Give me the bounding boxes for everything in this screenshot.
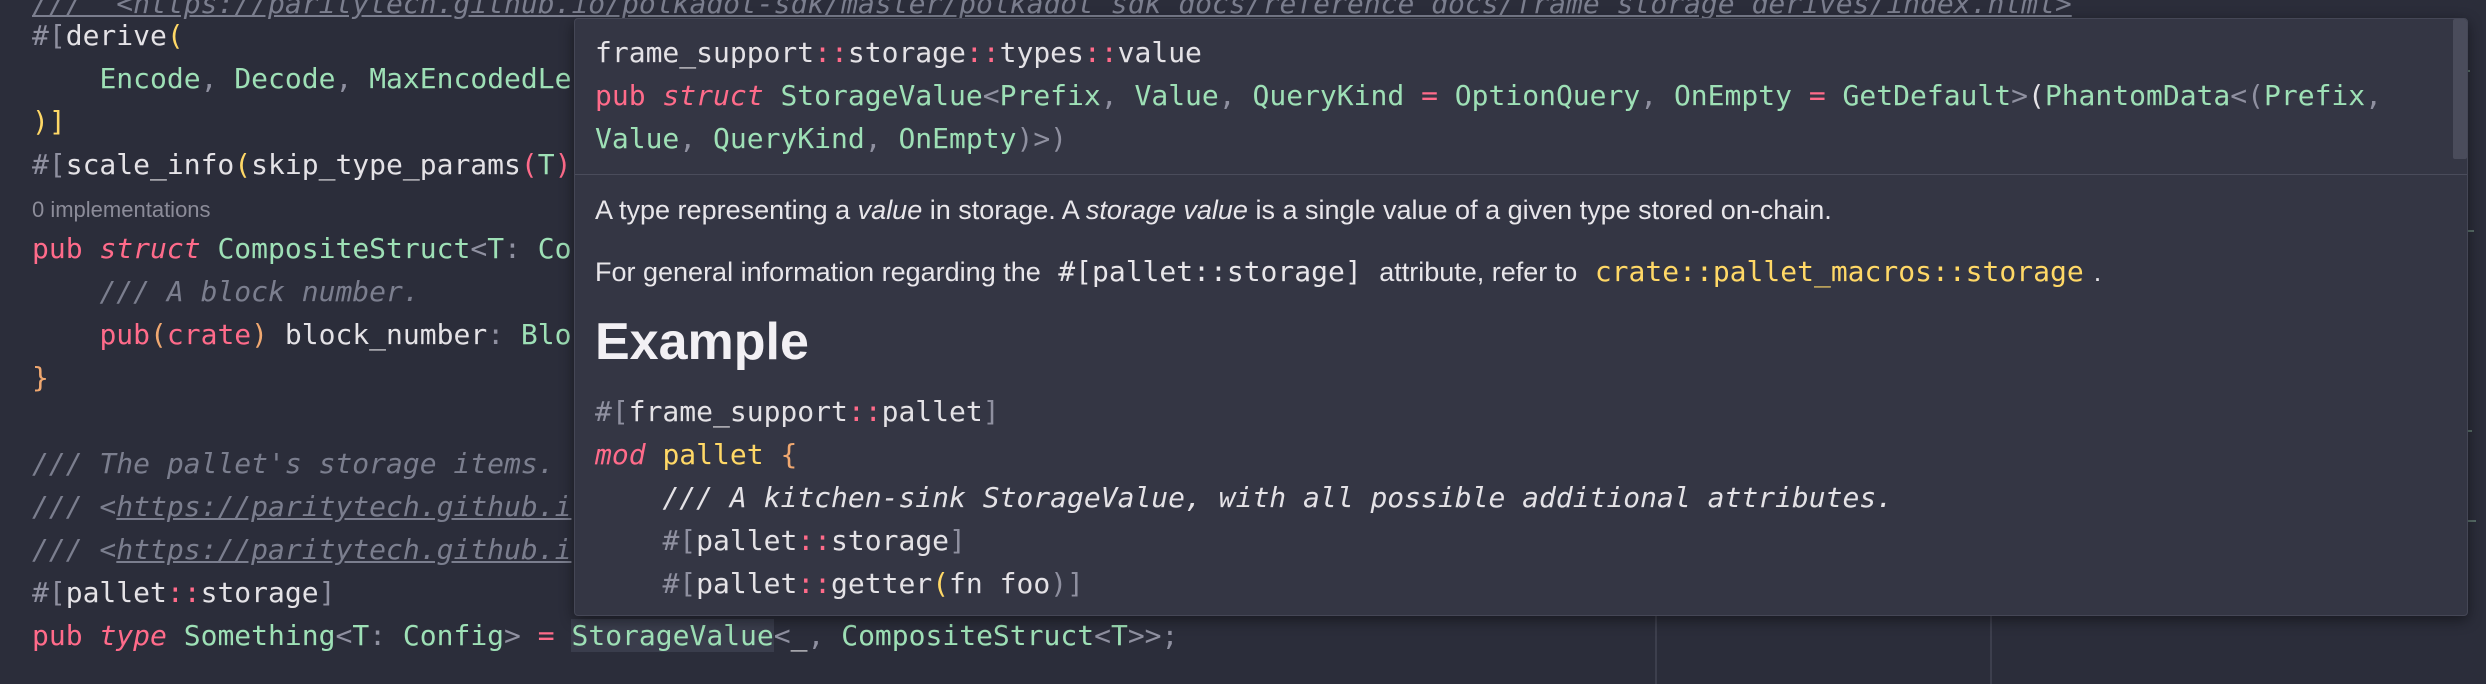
code-line-field-doc: /// A block number. (99, 275, 420, 308)
doc-heading-example: Example (595, 313, 809, 371)
code-line-storage-link-2: /// <https://paritytech.github.i (32, 533, 572, 566)
code-line-derive-list: Encode, Decode, MaxEncodedLe (99, 62, 572, 95)
code-line-storage-doc: /// The pallet's storage items. (32, 447, 555, 480)
hover-tooltip[interactable]: frame_support::storage::types::value pub… (574, 18, 2468, 616)
code-line-type-something: pub type Something<T: Config> = StorageV… (32, 619, 1179, 652)
code-line-derive-close: )] (32, 105, 66, 138)
doc-link[interactable]: crate::pallet_macros::storage (1585, 255, 2094, 288)
hover-module-path: frame_support::storage::types::value (595, 36, 1202, 69)
code-line-scale-info: #[scale_info(skip_type_params(T) (32, 148, 572, 181)
example-line: /// A kitchen-sink StorageValue, with al… (662, 481, 1894, 514)
code-line-storage-link-1: /// <https://paritytech.github.i (32, 490, 572, 523)
code-line-field: pub(crate) block_number: Blo (99, 318, 572, 351)
doc-link[interactable]: https://paritytech.github.i (116, 533, 571, 566)
doc-link[interactable]: https://paritytech.github.i (116, 490, 571, 523)
hover-signature-line-1: pub struct StorageValue<Prefix, Value, Q… (595, 79, 2383, 112)
code-line-derive: #[derive( (32, 19, 184, 52)
code-line-struct-decl: pub struct CompositeStruct<T: Co (32, 232, 572, 265)
indent-guide (1655, 615, 1657, 684)
hovered-symbol[interactable]: StorageValue (571, 619, 774, 652)
hover-documentation: A type representing a value in storage. … (575, 175, 2467, 615)
example-line: #[frame_support::pallet] (595, 395, 1000, 428)
doc-paragraph: A type representing a value in storage. … (595, 195, 1832, 225)
hover-signature: frame_support::storage::types::value pub… (575, 19, 2467, 175)
hover-scrollbar[interactable] (2453, 19, 2467, 159)
example-line: mod pallet { (595, 438, 798, 471)
hover-signature-line-2: Value, QueryKind, OnEmpty)>) (595, 122, 1068, 155)
code-line-struct-close: } (32, 361, 49, 394)
example-line: #[pallet::storage] (662, 524, 966, 557)
doc-paragraph: For general information regarding the #[… (595, 255, 2102, 288)
example-code-block: #[frame_support::pallet] mod pallet { //… (595, 390, 2447, 605)
codelens-implementations[interactable]: 0 implementations (32, 194, 211, 226)
example-line: #[pallet::getter(fn foo)] (662, 567, 1084, 600)
inline-code: #[pallet::storage] (1058, 255, 1362, 288)
code-line-pallet-storage: #[pallet::storage] (32, 576, 336, 609)
indent-guide (1990, 615, 1992, 684)
